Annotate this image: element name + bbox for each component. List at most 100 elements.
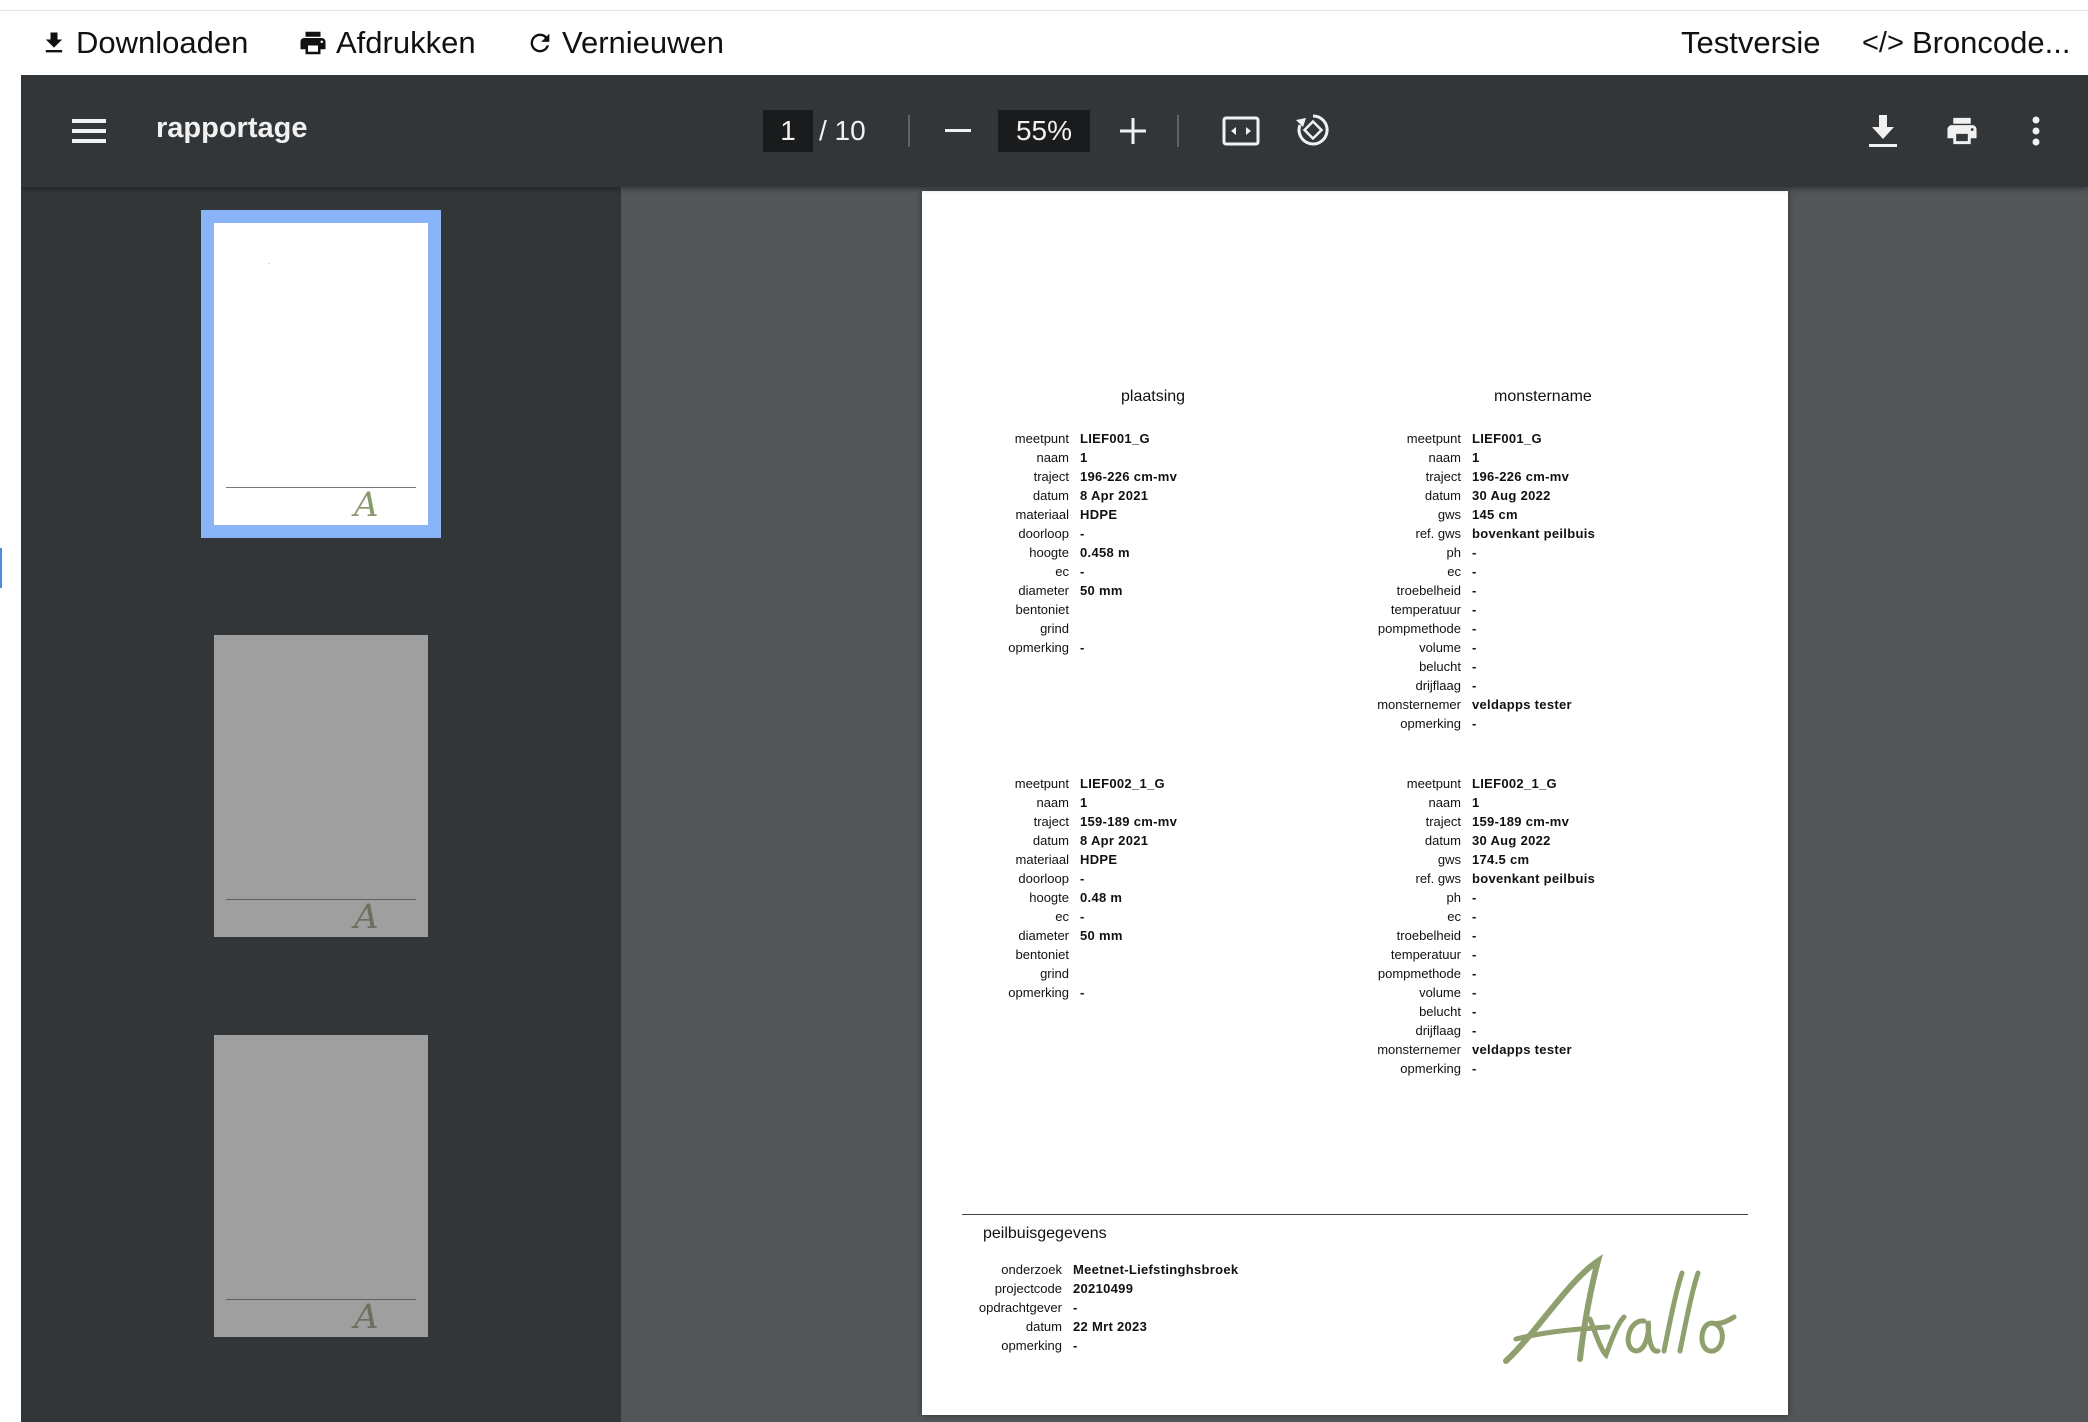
page-total: / 10 [819,115,866,146]
pdf-print-icon[interactable] [1939,109,1985,153]
page-thumbnail[interactable]: A [214,635,428,937]
field-row: belucht - [1352,657,1595,676]
field-label: pompmethode [1377,621,1461,636]
field-row: bentoniet [960,600,1177,619]
field-label: grind [1040,621,1069,636]
source-code-link[interactable]: </> Broncode... [1862,23,2070,63]
field-label: ref. gws [1415,526,1461,541]
field-label: meetpunt [1014,776,1069,791]
field-value: veldapps tester [1472,697,1572,712]
field-row: traject 159-189 cm-mv [960,812,1177,831]
menu-icon[interactable] [69,111,109,151]
field-value: - [1472,602,1477,617]
thumbnail-logo: A [354,1297,379,1337]
download-button[interactable]: Downloaden [40,23,248,63]
zoom-in-icon[interactable] [1113,111,1153,151]
zoom-level-input[interactable]: 55% [998,110,1090,152]
field-row: ph - [1352,888,1595,907]
monstername-block-1: meetpunt LIEF001_G naam 1 traject 196-226 cm-… [1352,429,1595,733]
field-value: LIEF001_G [1080,431,1150,446]
field-label: ec [1055,909,1069,924]
field-value: Meetnet-Liefstinghsbroek [1073,1262,1239,1277]
field-value: - [1472,1023,1477,1038]
source-label: Broncode... [1911,25,2071,60]
field-label: meetpunt [1014,431,1069,446]
footer-divider [962,1214,1748,1215]
field-value: - [1472,564,1477,579]
field-row: datum 8 Apr 2021 [960,831,1177,850]
field-row: datum 22 Mrt 2023 [953,1316,1238,1335]
field-row: grind [960,619,1177,638]
field-row: materiaal HDPE [960,850,1177,869]
field-row: datum 30 Aug 2022 [1352,486,1595,505]
field-value: bovenkant peilbuis [1472,871,1596,886]
field-row: datum 30 Aug 2022 [1352,831,1595,850]
field-row: troebelheid - [1352,926,1595,945]
pdf-download-icon[interactable] [1861,109,1905,153]
refresh-button[interactable]: Vernieuwen [526,23,724,63]
field-value: - [1080,985,1085,1000]
field-value: 1 [1472,795,1480,810]
field-label: diameter [1018,583,1069,598]
field-value: - [1472,583,1477,598]
field-label: opmerking [1400,1061,1461,1076]
test-version-link[interactable]: Testversie [1681,23,1821,63]
field-label: ph [1446,545,1461,560]
zoom-out-icon[interactable] [938,111,978,151]
field-value: 30 Aug 2022 [1472,488,1551,503]
field-value: 159-189 cm-mv [1472,814,1570,829]
monstername-heading: monstername [1494,388,1592,405]
field-row: gws 174.5 cm [1352,850,1595,869]
rotate-icon[interactable] [1291,108,1335,152]
field-row: ec - [1352,907,1595,926]
field-value: 145 cm [1472,507,1518,522]
field-value: bovenkant peilbuis [1472,526,1596,541]
field-label: troebelheid [1396,928,1461,943]
field-row: hoogte 0.458 m [960,543,1177,562]
field-row: diameter 50 mm [960,581,1177,600]
field-row: naam 1 [1352,793,1595,812]
toolbar-separator [1177,115,1179,147]
monstername-block-2: meetpunt LIEF002_1_G naam 1 traject 159-189 c… [1352,774,1595,1078]
field-value: - [1472,909,1477,924]
field-value: - [1080,909,1085,924]
field-label: onderzoek [1001,1262,1062,1277]
field-row: hoogte 0.48 m [960,888,1177,907]
field-label: datum [1032,833,1069,848]
plaatsing-heading: plaatsing [1121,388,1186,405]
field-label: belucht [1419,659,1461,674]
field-label: monsternemer [1377,697,1461,712]
field-row: traject 196-226 cm-mv [1352,467,1595,486]
field-label: opmerking [1008,640,1069,655]
field-row: naam 1 [1352,448,1595,467]
field-row: meetpunt LIEF002_1_G [960,774,1177,793]
download-label: Downloaden [76,25,249,60]
field-row: ec - [960,562,1177,581]
field-row: pompmethode - [1352,619,1595,638]
field-value: - [1472,678,1477,693]
page-number-input[interactable]: 1 [763,110,813,152]
field-label: hoogte [1029,890,1069,905]
field-value: - [1472,545,1477,560]
field-value: - [1080,526,1085,541]
page-thumbnail[interactable]: A [214,1035,428,1337]
field-row: meetpunt LIEF001_G [1352,429,1595,448]
field-label: troebelheid [1396,583,1461,598]
code-icon: </> [1862,26,1904,59]
field-value: HDPE [1080,507,1118,522]
field-value: HDPE [1080,852,1118,867]
fit-page-icon[interactable] [1219,109,1263,153]
field-label: datum [1424,833,1461,848]
field-label: naam [1036,795,1069,810]
field-value: - [1472,716,1477,731]
field-row: naam 1 [960,793,1177,812]
field-label: opmerking [1008,985,1069,1000]
more-options-icon[interactable] [2021,109,2051,153]
print-button[interactable]: Afdrukken [298,23,476,63]
thumbnail-logo: A [354,485,379,525]
field-label: traject [1425,814,1461,829]
field-label: opmerking [1001,1338,1062,1353]
page-thumbnail[interactable]: · A [214,223,428,525]
field-value: - [1472,966,1477,981]
field-value: 1 [1080,450,1088,465]
